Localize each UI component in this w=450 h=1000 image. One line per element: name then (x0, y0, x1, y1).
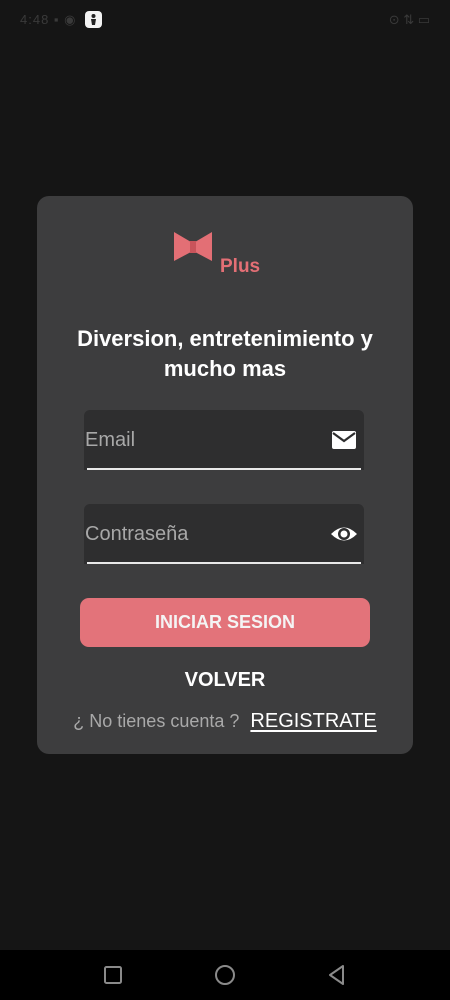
eye-icon[interactable] (330, 522, 358, 546)
bowtie-logo-icon (174, 232, 212, 261)
login-card: Plus Diversion, entretenimiento y mucho … (37, 196, 413, 754)
mail-icon (332, 431, 356, 449)
headline: Diversion, entretenimiento y mucho mas (77, 326, 373, 381)
password-placeholder: Contraseña (85, 523, 189, 545)
home-icon[interactable] (213, 963, 237, 987)
status-left-text: 4:48 ▪ ◉ (20, 12, 77, 27)
password-field[interactable]: Contraseña (84, 504, 364, 564)
back-icon[interactable] (325, 963, 349, 987)
notification-icon (85, 11, 102, 28)
signup-prompt: ¿ No tienes cuenta ? (73, 711, 240, 731)
screen: 4:48 ▪ ◉ ⊙ ⇅ ▭ Plus Diversion, entreteni… (0, 0, 450, 1000)
recents-icon[interactable] (101, 963, 125, 987)
email-placeholder: Email (85, 429, 136, 451)
email-underline (87, 468, 361, 470)
nav-bar (0, 950, 450, 1000)
app-logo: Plus (173, 230, 273, 282)
signup-row: ¿ No tienes cuenta ? REGISTRATE (37, 710, 413, 733)
logo-text: Plus (220, 256, 261, 277)
login-button[interactable]: INICIAR SESION (80, 598, 370, 647)
status-bar: 4:48 ▪ ◉ ⊙ ⇅ ▭ (0, 0, 450, 40)
signup-link[interactable]: REGISTRATE (250, 710, 376, 732)
back-link[interactable]: VOLVER (137, 669, 313, 692)
email-field[interactable]: Email (84, 410, 364, 470)
password-underline (87, 562, 361, 564)
status-right-text: ⊙ ⇅ ▭ (388, 12, 430, 27)
